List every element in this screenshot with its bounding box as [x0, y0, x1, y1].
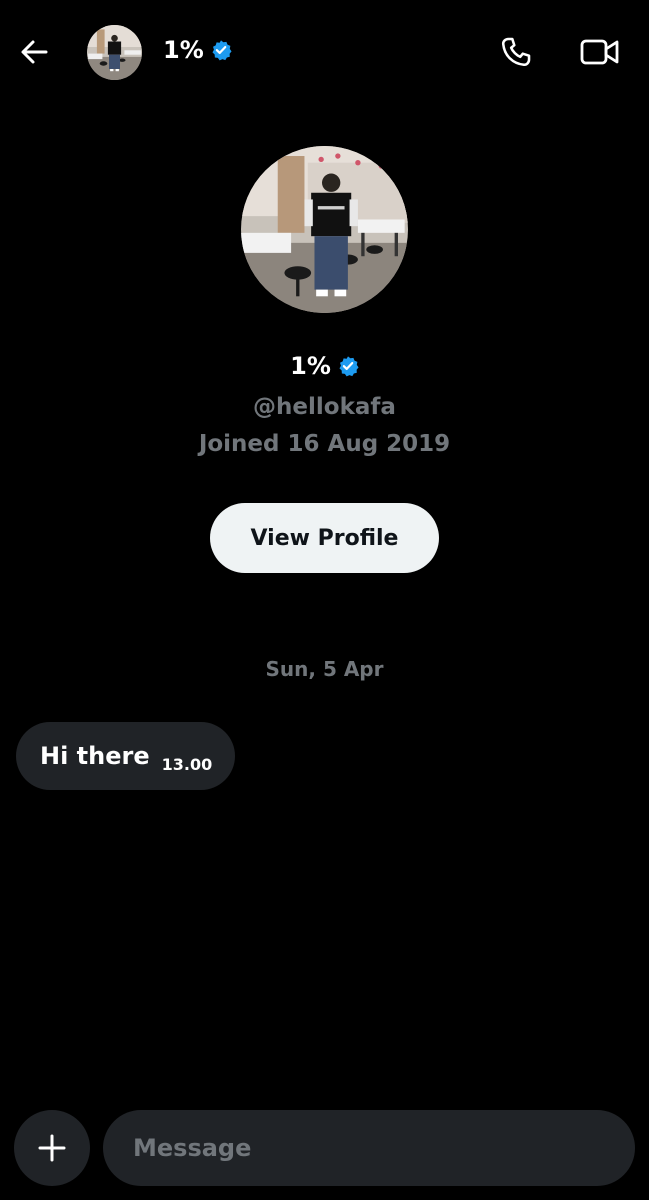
verified-badge-icon [339, 356, 359, 377]
conversation-header: 1% [0, 0, 649, 104]
profile-photo [241, 146, 408, 313]
message-text: Hi there [40, 742, 150, 770]
date-separator: Sun, 5 Apr [265, 657, 384, 681]
message-composer[interactable] [103, 1110, 635, 1186]
phone-icon [501, 37, 531, 67]
profile-handle: @hellokafa [253, 394, 396, 420]
message-bubble[interactable]: Hi there 13.00 [16, 722, 235, 790]
profile-avatar[interactable] [241, 146, 408, 313]
plus-icon [38, 1134, 66, 1162]
arrow-left-icon [21, 40, 48, 64]
message-input[interactable] [131, 1133, 605, 1163]
profile-name-text: 1% [290, 352, 331, 380]
video-camera-icon [580, 39, 619, 65]
header-name-text: 1% [163, 36, 204, 64]
view-profile-button[interactable]: View Profile [210, 503, 439, 573]
voice-call-button[interactable] [494, 30, 538, 74]
profile-name: 1% [0, 352, 649, 380]
verified-badge-icon [212, 40, 232, 61]
header-title[interactable]: 1% [163, 36, 232, 64]
avatar-photo [87, 25, 142, 80]
header-avatar[interactable] [87, 25, 142, 80]
add-attachment-button[interactable] [14, 1110, 90, 1186]
back-button[interactable] [14, 32, 54, 72]
profile-joined-date: Joined 16 Aug 2019 [198, 431, 451, 457]
video-call-button[interactable] [576, 30, 624, 74]
message-timestamp: 13.00 [161, 754, 213, 774]
